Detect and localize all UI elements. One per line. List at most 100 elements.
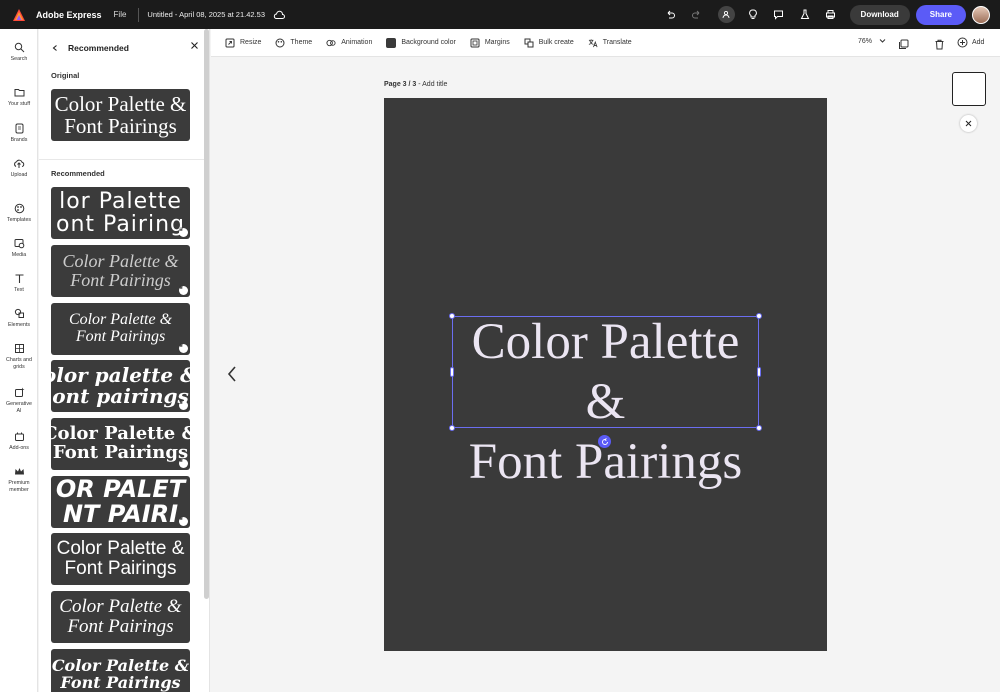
palette-icon — [275, 38, 285, 48]
font-variant-card[interactable]: Color Palette & Font Pairings ♛ — [51, 245, 190, 297]
font-variant-card[interactable]: lor Palette ont Pairing ♛ — [51, 187, 190, 239]
font-variant-card[interactable]: Color Palette & Font Pairings ♛ — [51, 303, 190, 355]
rail-item-premium-member[interactable]: Premium member — [0, 465, 38, 494]
crown-icon: ♛ — [179, 458, 188, 468]
previous-page-icon[interactable] — [226, 364, 238, 389]
rail-label: Text — [14, 287, 24, 293]
rail-label: Generative AI — [6, 401, 32, 414]
close-icon[interactable] — [190, 41, 199, 53]
bulk-create-icon — [524, 38, 534, 48]
resize-handle[interactable] — [756, 313, 762, 319]
resize-handle[interactable] — [450, 367, 454, 377]
zoom-level[interactable]: 76% — [858, 38, 872, 45]
page-thumbnail[interactable] — [952, 72, 986, 106]
media-icon — [13, 237, 25, 249]
rail-label: Premium member — [8, 480, 30, 493]
card-line-1: Color Palette & — [56, 538, 185, 560]
rail-item-charts-and-grids[interactable]: Charts and grids — [0, 342, 38, 371]
share-button[interactable]: Share — [915, 4, 966, 25]
card-line-2: NT PAIRI — [62, 500, 179, 528]
card-line-2: Font Pairings — [64, 558, 177, 579]
margins-button[interactable]: Margins — [470, 38, 510, 48]
rail-item-brands[interactable]: Brands — [0, 122, 38, 144]
download-button[interactable]: Download — [849, 4, 910, 25]
font-variant-card[interactable]: OR PALET NT PAIRI ♛ — [51, 476, 190, 528]
card-line-1: Color Palette & — [59, 596, 182, 618]
color-swatch — [386, 37, 397, 48]
section-label-recommended: Recommended — [51, 169, 105, 178]
card-line-2: Font Pairings — [64, 114, 177, 138]
animation-button[interactable]: Animation — [326, 38, 372, 48]
rail-item-media[interactable]: Media — [0, 237, 38, 259]
resize-handle[interactable] — [449, 425, 455, 431]
rail-item-text[interactable]: Text — [0, 272, 38, 294]
resize-handle[interactable] — [756, 425, 762, 431]
rail-item-generative-ai[interactable]: Generative AI — [0, 386, 38, 415]
original-card[interactable]: Color Palette & Font Pairings — [51, 89, 190, 141]
document-title[interactable]: Untitled - April 08, 2025 at 21.42.53 — [147, 10, 265, 19]
close-icon[interactable] — [960, 115, 977, 132]
card-line-1: olor palette & — [51, 363, 190, 387]
bulk-create-button[interactable]: Bulk create — [524, 38, 574, 48]
theme-button[interactable]: Theme — [275, 38, 312, 48]
redo-icon[interactable] — [689, 7, 705, 23]
margins-icon — [470, 38, 480, 48]
cloud-icon — [273, 10, 285, 19]
animation-label: Animation — [341, 39, 373, 46]
add-title-link[interactable]: - Add title — [418, 81, 447, 88]
lightbulb-icon[interactable] — [745, 7, 761, 23]
translate-button[interactable]: Translate — [588, 38, 632, 48]
section-label-original: Original — [51, 71, 80, 80]
font-variant-card[interactable]: Color Palette & Font Pairings ♛ — [51, 418, 190, 470]
selection-box[interactable] — [449, 313, 762, 431]
rail-label: Upload — [10, 172, 28, 178]
collaborator-icon[interactable] — [717, 6, 735, 23]
crown-icon: ♛ — [179, 285, 188, 295]
resize-icon — [225, 38, 235, 48]
flask-icon[interactable] — [797, 7, 813, 23]
resize-handle[interactable] — [757, 367, 761, 377]
font-variant-card[interactable]: Color Palette & Font Pairings — [51, 649, 190, 692]
divider — [138, 7, 140, 22]
background-color-button[interactable]: Background color — [386, 37, 456, 48]
elements-icon — [13, 307, 25, 319]
font-variant-card[interactable]: Color Palette & Font Pairings — [51, 533, 190, 585]
rail-item-add-ons[interactable]: Add-ons — [0, 430, 38, 452]
card-line-1: lor Palette — [59, 188, 182, 214]
card-line-2: Font Pairings — [75, 328, 166, 345]
file-menu[interactable]: File — [114, 10, 127, 19]
rail-item-search[interactable]: Search — [0, 41, 38, 63]
rail-item-elements[interactable]: Elements — [0, 307, 38, 329]
rail-label: Search — [10, 56, 28, 62]
chevron-down-icon[interactable] — [879, 37, 886, 46]
crown-icon: ♛ — [179, 227, 188, 237]
pages-icon[interactable] — [898, 37, 909, 49]
card-line-1: Color Palette & — [54, 91, 187, 116]
adobe-express-logo-icon[interactable] — [12, 8, 26, 22]
chevron-left-icon[interactable] — [51, 44, 60, 53]
card-line-2: ont Pairing — [56, 212, 185, 237]
print-icon[interactable] — [823, 7, 839, 23]
trash-icon[interactable] — [934, 37, 945, 50]
panel-scrollbar[interactable] — [204, 29, 209, 599]
rotate-handle-icon[interactable] — [598, 435, 611, 448]
crown-icon — [13, 465, 25, 477]
card-line-2: Font Pairings — [67, 616, 174, 637]
resize-handle[interactable] — [449, 313, 455, 319]
font-variant-card[interactable]: olor palette & ont pairings ♛ — [51, 360, 190, 412]
add-page-button[interactable]: Add — [957, 37, 984, 48]
rail-item-upload[interactable]: Upload — [0, 157, 38, 179]
undo-icon[interactable] — [663, 7, 679, 23]
rail-item-templates[interactable]: Templates — [0, 202, 38, 224]
rail-item-your-stuff[interactable]: Your stuff — [0, 86, 38, 108]
resize-button[interactable]: Resize — [225, 38, 261, 48]
rail-label: Add-ons — [9, 445, 29, 451]
card-line-1: OR PALET — [55, 476, 186, 503]
comment-icon[interactable] — [771, 7, 787, 23]
translate-label: Translate — [602, 39, 632, 46]
avatar[interactable] — [972, 5, 990, 24]
templates-icon — [13, 202, 25, 214]
font-variant-card[interactable]: Color Palette & Font Pairings — [51, 591, 190, 643]
background-color-label: Background color — [401, 39, 456, 46]
card-line-2: Font Pairings — [60, 673, 181, 692]
